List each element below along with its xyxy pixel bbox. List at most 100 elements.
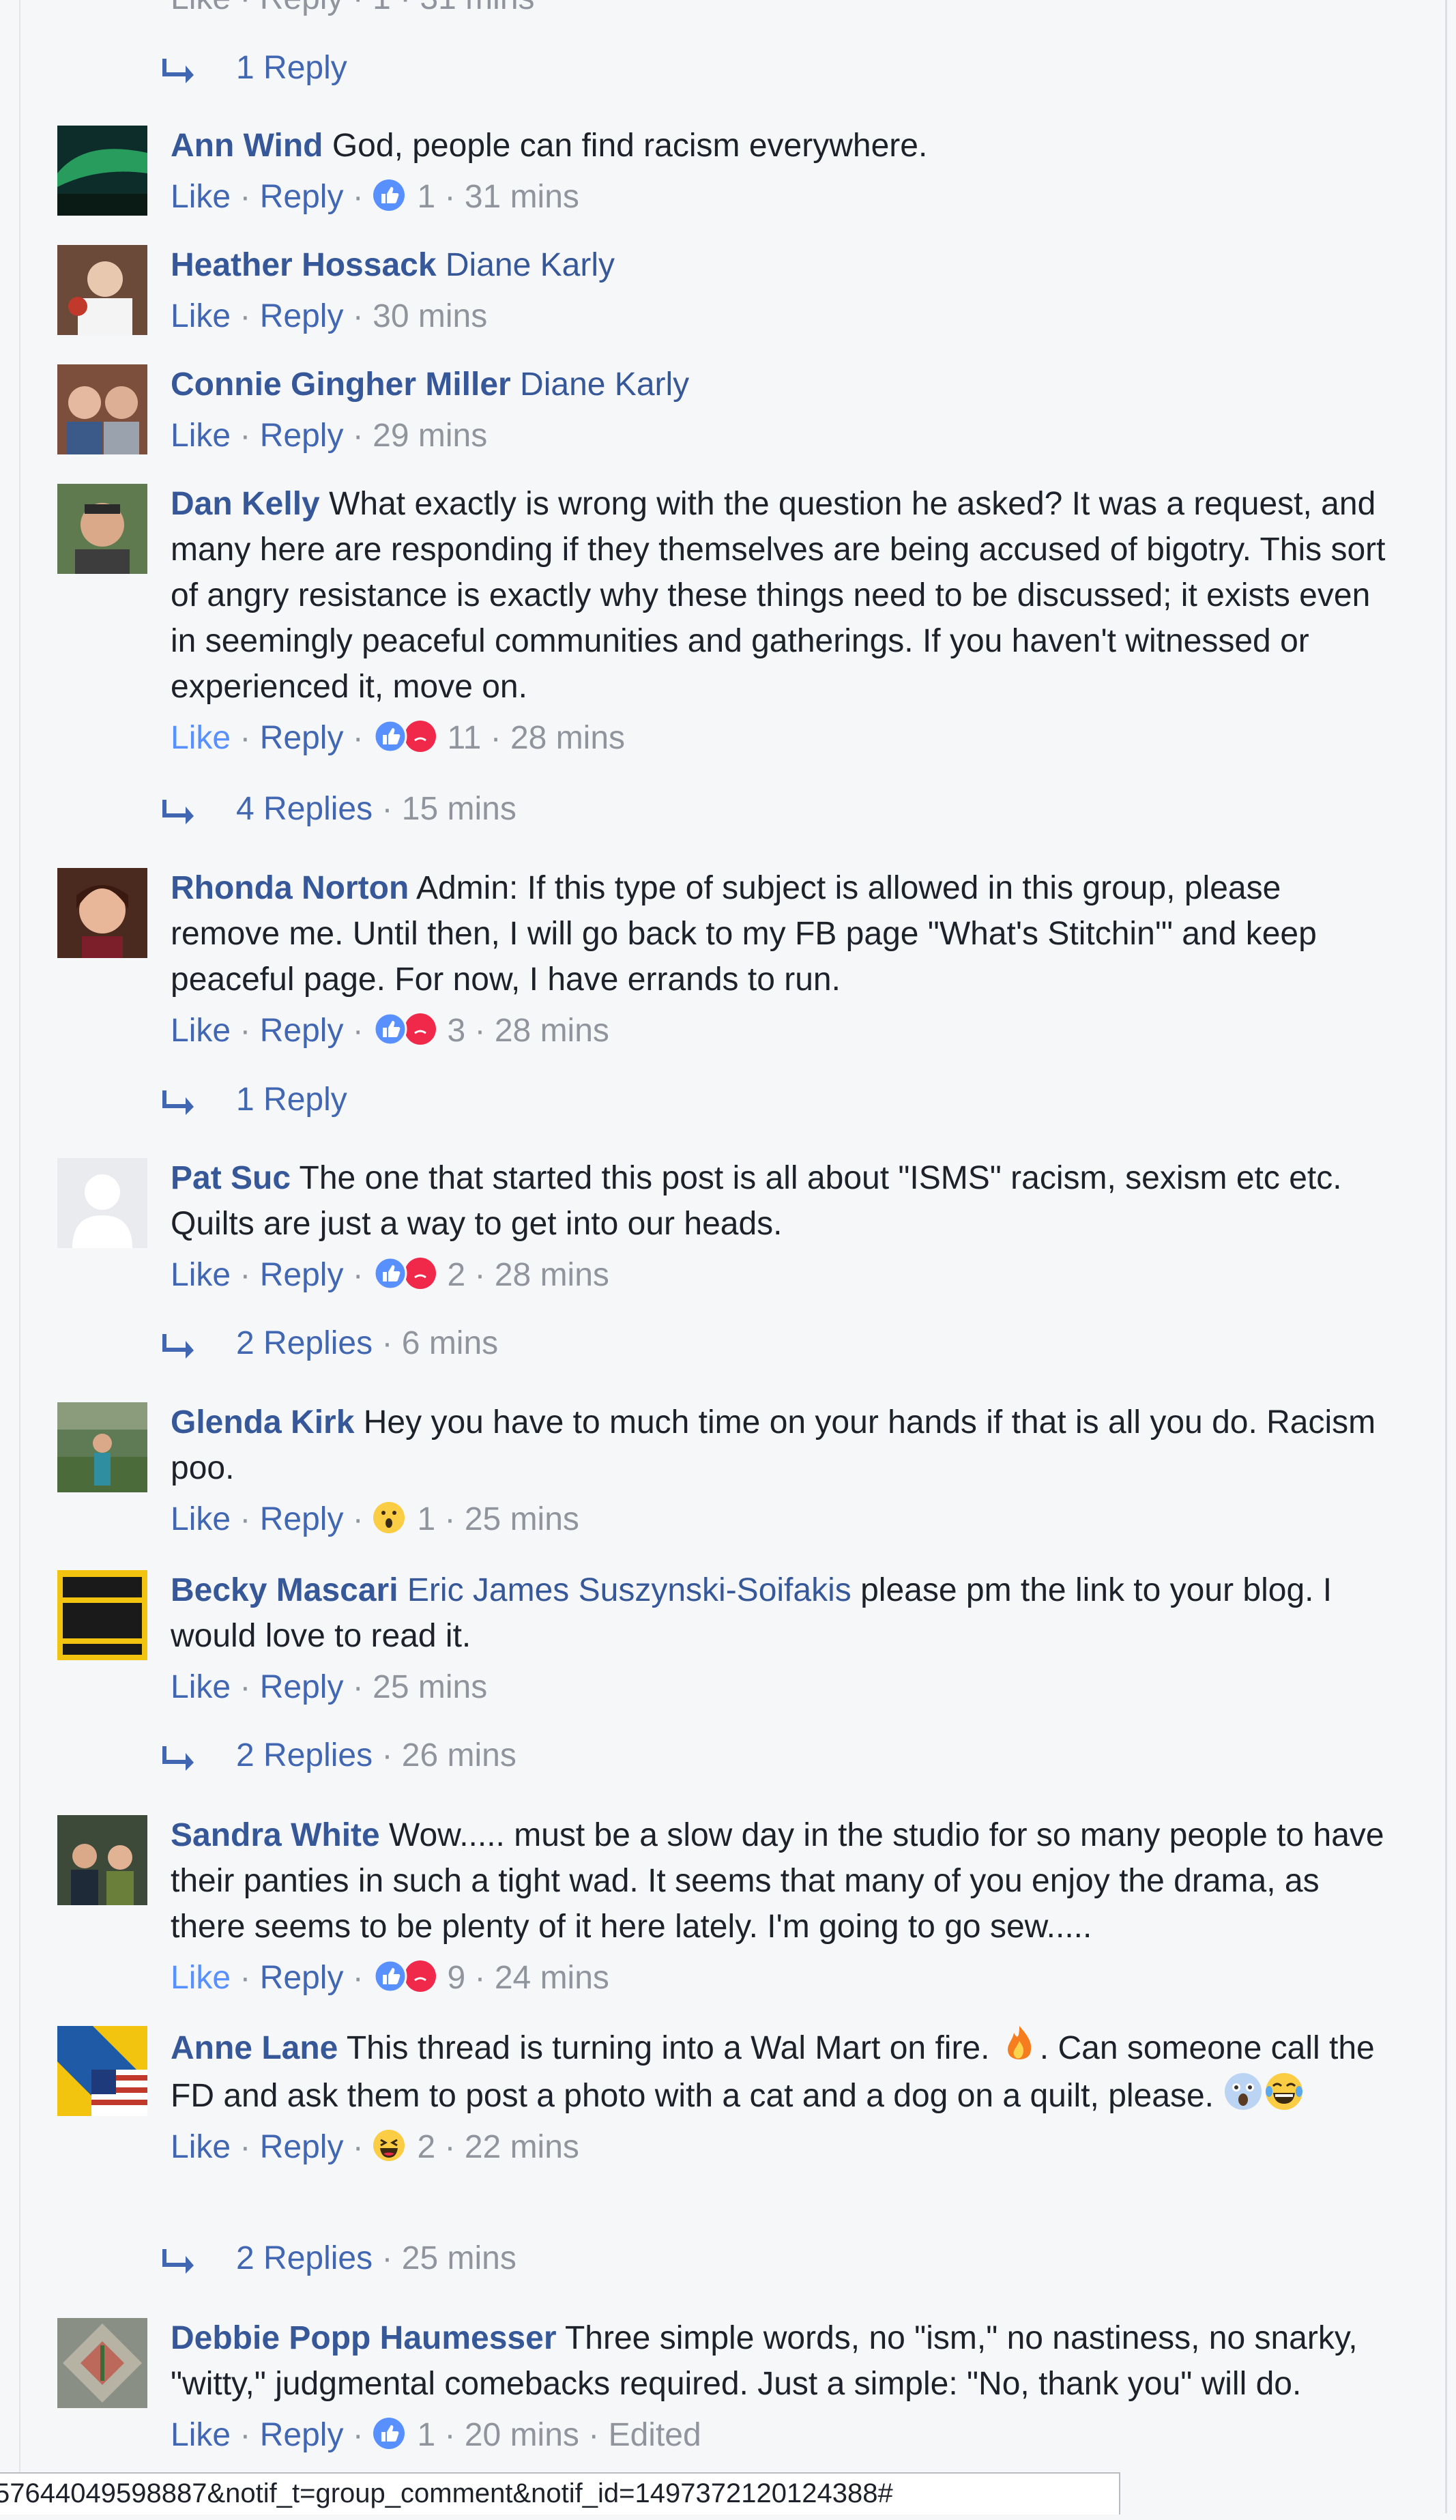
view-replies-row[interactable]: 1 Reply (0, 1077, 1456, 1123)
comment-author[interactable]: Dan Kelly (171, 486, 320, 522)
like-reaction-icon[interactable] (373, 2417, 408, 2450)
comment-time[interactable]: 30 mins (373, 298, 487, 334)
avatar[interactable] (57, 245, 147, 335)
mention-link[interactable]: Diane Karly (520, 366, 689, 403)
reply-link[interactable]: Reply (260, 2129, 344, 2165)
reply-link[interactable]: Reply (260, 2417, 344, 2453)
comment-author[interactable]: Ann Wind (171, 128, 323, 164)
view-replies-row[interactable]: 2 Replies · 26 mins (0, 1733, 1456, 1778)
comment-author[interactable]: Becky Mascari (171, 1572, 398, 1608)
reply-link[interactable]: Reply (260, 1257, 344, 1293)
comment-time[interactable]: 22 mins (465, 2129, 579, 2165)
reaction-count[interactable]: 1 (417, 179, 435, 215)
view-replies-row[interactable]: 2 Replies · 25 mins (0, 2235, 1456, 2281)
comment-time[interactable]: 28 mins (510, 720, 625, 756)
avatar[interactable] (57, 2318, 147, 2408)
comment-time[interactable]: 28 mins (495, 1013, 609, 1049)
status-url: 57644049598887&notif_t=group_comment&not… (0, 2478, 893, 2508)
view-replies-link[interactable]: 2 Replies (236, 1325, 373, 1361)
like-link[interactable]: Like (171, 179, 231, 215)
mention-link[interactable]: Diane Karly (446, 247, 615, 283)
comment-time[interactable]: 25 mins (465, 1501, 579, 1537)
reaction-count[interactable]: 11 (447, 720, 481, 756)
like-link[interactable]: Like (171, 1669, 231, 1705)
reply-link[interactable]: Reply (260, 1960, 344, 1996)
mention-link[interactable]: Eric James Suszynski-Soifakis (407, 1572, 851, 1608)
like-link[interactable]: Like (171, 1257, 231, 1293)
comment-author[interactable]: Pat Suc (171, 1160, 291, 1196)
reply-arrow-icon (162, 59, 194, 83)
comment-author[interactable]: Heather Hossack (171, 247, 437, 283)
like-link[interactable]: Like (171, 2129, 231, 2165)
like-angry-reaction-icons[interactable] (373, 1257, 438, 1290)
browser-status-bar: 57644049598887&notif_t=group_comment&not… (0, 2472, 1120, 2515)
view-replies-link[interactable]: 1 Reply (236, 50, 347, 86)
like-link[interactable]: Like (171, 1960, 231, 1996)
reply-link[interactable]: Reply (260, 720, 344, 756)
reaction-count[interactable]: 1 (417, 2417, 435, 2453)
avatar[interactable] (57, 1402, 147, 1492)
like-link[interactable]: Like (171, 418, 231, 454)
like-angry-reaction-icons[interactable] (373, 720, 438, 753)
avatar[interactable] (57, 1815, 147, 1905)
avatar[interactable] (57, 1570, 147, 1660)
comment-actions: Like · Reply · 2 · 22 mins (171, 2129, 579, 2165)
like-link[interactable]: Like (171, 1013, 231, 1049)
comment-actions: Like · Reply · 3 · 28 mins (171, 1013, 609, 1049)
wow-reaction-icon[interactable] (373, 1501, 408, 1534)
view-replies-row[interactable]: 1 Reply (0, 45, 1456, 91)
avatar[interactable] (57, 364, 147, 454)
comment-time[interactable]: 29 mins (373, 418, 487, 454)
reply-link[interactable]: Reply (260, 1013, 344, 1049)
like-link[interactable]: Like (171, 1501, 231, 1537)
comment-author[interactable]: Sandra White (171, 1817, 380, 1853)
avatar[interactable] (57, 868, 147, 958)
comment-actions: Like · Reply · 29 mins (171, 418, 488, 454)
reply-link[interactable]: Reply (260, 179, 344, 215)
comment-time[interactable]: 28 mins (495, 1257, 609, 1293)
replies-time: 25 mins (401, 2240, 516, 2276)
avatar[interactable] (57, 2026, 147, 2116)
avatar[interactable] (57, 1158, 147, 1248)
view-replies-link[interactable]: 2 Replies (236, 1737, 373, 1773)
comment-actions: Like · Reply · 11 · 28 mins (171, 720, 626, 756)
comment-text-part-1: This thread is turning into a Wal Mart o… (338, 2030, 999, 2066)
comment-time[interactable]: 24 mins (495, 1960, 609, 1996)
like-angry-reaction-icons[interactable] (373, 1013, 438, 1045)
like-link[interactable]: Like (171, 720, 231, 756)
view-replies-link[interactable]: 1 Reply (236, 1082, 347, 1118)
reply-link[interactable]: Reply (260, 1669, 344, 1705)
reaction-count[interactable]: 3 (447, 1013, 465, 1049)
comment-time[interactable]: 31 mins (465, 179, 579, 215)
like-link[interactable]: Like (171, 298, 231, 334)
comment-author[interactable]: Connie Gingher Miller (171, 366, 511, 403)
comment: Heather Hossack Diane Karly Like · Reply… (0, 242, 1456, 345)
reply-link[interactable]: Reply (260, 418, 344, 454)
avatar[interactable] (57, 126, 147, 216)
reply-link[interactable]: Reply (260, 1501, 344, 1537)
comment-actions: Like · Reply · 30 mins (171, 298, 488, 334)
reply-link[interactable]: Reply (260, 298, 344, 334)
reaction-count[interactable]: 2 (447, 1257, 465, 1293)
reaction-count[interactable]: 2 (417, 2129, 435, 2165)
comment-author[interactable]: Rhonda Norton (171, 870, 409, 906)
like-link[interactable]: Like (171, 2417, 231, 2453)
comment-time[interactable]: 20 mins · Edited (465, 2417, 701, 2453)
view-replies-row[interactable]: 2 Replies · 6 mins (0, 1320, 1456, 1366)
like-angry-reaction-icons[interactable] (373, 1960, 438, 1993)
reaction-count[interactable]: 1 (417, 1501, 435, 1537)
fire-emoji-icon (1007, 2026, 1032, 2059)
avatar[interactable] (57, 484, 147, 574)
view-replies-link[interactable]: 2 Replies (236, 2240, 373, 2276)
reply-arrow-icon (162, 1746, 194, 1771)
comment-author[interactable]: Debbie Popp Haumesser (171, 2320, 557, 2356)
haha-reaction-icon[interactable] (373, 2129, 408, 2162)
view-replies-row[interactable]: 4 Replies · 15 mins (0, 786, 1456, 832)
reaction-count[interactable]: 9 (447, 1960, 465, 1996)
view-replies-link[interactable]: 4 Replies (236, 791, 373, 827)
comment-author[interactable]: Glenda Kirk (171, 1404, 354, 1440)
reply-arrow-icon (162, 2249, 194, 2274)
like-reaction-icon[interactable] (373, 179, 408, 212)
comment-author[interactable]: Anne Lane (171, 2030, 338, 2066)
comment-time[interactable]: 25 mins (373, 1669, 487, 1705)
